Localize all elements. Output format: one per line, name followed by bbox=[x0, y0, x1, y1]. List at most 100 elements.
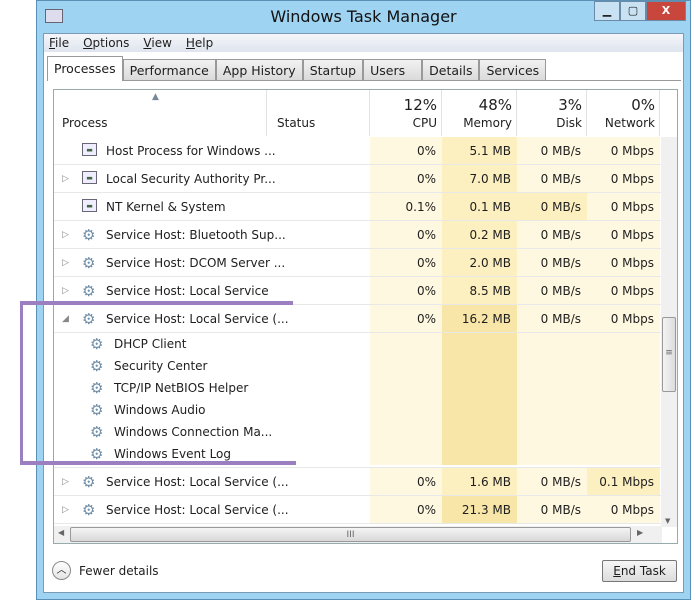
net-value: 0 Mbps bbox=[587, 496, 660, 523]
process-name-cell: ▷ ⚙ Service Host: DCOM Server ... bbox=[54, 249, 285, 276]
horizontal-scrollbar[interactable]: ◀ III ▶ bbox=[54, 526, 662, 543]
tab-app-history[interactable]: App History bbox=[215, 59, 303, 80]
tab-processes[interactable]: Processes bbox=[47, 56, 123, 81]
table-row[interactable]: ▷ ▬ Local Security Authority Pr... 0% 7.0 MB… bbox=[54, 165, 662, 193]
gear-icon: ⚙ bbox=[82, 310, 96, 328]
expand-icon[interactable]: ▷ bbox=[62, 477, 69, 487]
cpu-value: 0% bbox=[370, 249, 442, 276]
disk-value: 0 MB/s bbox=[517, 496, 587, 523]
menu-view[interactable]: View bbox=[143, 34, 171, 52]
service-row[interactable]: ⚙ TCP/IP NetBIOS Helper bbox=[54, 377, 662, 399]
menu-help[interactable]: Help bbox=[186, 34, 213, 52]
end-task-button[interactable]: End Task bbox=[602, 560, 677, 582]
table-row[interactable]: ▷ ⚙ Service Host: Bluetooth Sup... 0% 0.2 MB… bbox=[54, 221, 662, 249]
mem-value: 7.0 MB bbox=[442, 165, 517, 192]
horizontal-scroll-thumb[interactable]: III bbox=[70, 527, 631, 542]
column-status[interactable]: Status bbox=[267, 90, 370, 136]
scroll-left-icon[interactable]: ◀ bbox=[58, 528, 64, 537]
table-row[interactable]: ▷ ⚙ Service Host: Local Service (... 0% 21.3… bbox=[54, 496, 662, 524]
cpu-value: 0.1% bbox=[370, 193, 442, 220]
column-memory[interactable]: 48% Memory bbox=[442, 90, 517, 136]
vertical-scroll-thumb[interactable]: ≡ bbox=[662, 317, 676, 392]
mem-value: 1.6 MB bbox=[442, 468, 517, 495]
expand-icon[interactable]: ▷ bbox=[62, 174, 69, 184]
disk-empty bbox=[517, 421, 587, 443]
tab-users[interactable]: Users bbox=[363, 59, 423, 80]
table-row[interactable]: ▷ ⚙ Service Host: Local Service (... 0% 1.6 … bbox=[54, 468, 662, 496]
process-name: Local Security Authority Pr... bbox=[106, 172, 276, 186]
mem-value: 5.1 MB bbox=[442, 137, 517, 164]
mem-value: 16.2 MB bbox=[442, 305, 517, 332]
expand-icon[interactable]: ▷ bbox=[62, 286, 69, 296]
tab-startup[interactable]: Startup bbox=[302, 59, 364, 80]
menu-file[interactable]: File bbox=[49, 34, 69, 52]
net-value: 0 Mbps bbox=[587, 249, 660, 276]
gear-icon: ⚙ bbox=[90, 357, 104, 375]
process-name-cell: ▬ NT Kernel & System bbox=[54, 193, 266, 220]
menu-bar: File Options View Help bbox=[44, 34, 683, 52]
process-name: Service Host: Local Service (... bbox=[106, 475, 289, 489]
cpu-value: 0% bbox=[370, 165, 442, 192]
minimize-button[interactable]: ▁ bbox=[594, 1, 620, 21]
expand-icon[interactable]: ▷ bbox=[62, 505, 69, 515]
mem-empty bbox=[442, 399, 517, 421]
column-status-label: Status bbox=[277, 116, 316, 130]
tab-details[interactable]: Details bbox=[422, 59, 480, 80]
cpu-value: 0% bbox=[370, 277, 442, 304]
vertical-scrollbar[interactable]: ≡ ▼ bbox=[661, 137, 677, 527]
collapse-icon[interactable]: ◢ bbox=[62, 314, 69, 324]
net-empty bbox=[587, 333, 660, 355]
table-row[interactable]: ◢ ⚙ Service Host: Local Service (... 0% 16.2… bbox=[54, 305, 662, 333]
disk-value: 0 MB/s bbox=[517, 137, 587, 164]
table-row[interactable]: ▷ ⚙ Service Host: DCOM Server ... 0% 2.0 MB 0… bbox=[54, 249, 662, 277]
memory-total: 48% bbox=[478, 96, 512, 114]
window-app-icon: ▬ bbox=[82, 199, 97, 212]
close-button[interactable]: X bbox=[646, 1, 686, 21]
maximize-button[interactable]: ▢ bbox=[620, 1, 646, 21]
service-name-cell: ⚙ Windows Audio bbox=[54, 399, 266, 421]
cpu-total: 12% bbox=[403, 96, 437, 114]
net-empty bbox=[587, 443, 660, 465]
service-name-cell: ⚙ Windows Connection Ma... bbox=[54, 421, 272, 443]
network-total: 0% bbox=[631, 96, 655, 114]
fewer-details-label: Fewer details bbox=[79, 563, 159, 578]
process-name-cell: ▬ Host Process for Windows ... bbox=[54, 137, 276, 164]
net-value: 0 Mbps bbox=[587, 193, 660, 220]
table-header: ▲ Process Status 12% CPU 48% Memory 3% D… bbox=[54, 90, 662, 137]
task-manager-window: Windows Task Manager ▁ ▢ X File Options … bbox=[36, 0, 691, 600]
disk-value: 0 MB/s bbox=[517, 277, 587, 304]
process-name: Host Process for Windows ... bbox=[106, 144, 276, 158]
service-row[interactable]: ⚙ Windows Audio bbox=[54, 399, 662, 421]
service-row[interactable]: ⚙ Security Center bbox=[54, 355, 662, 377]
cpu-empty bbox=[370, 377, 442, 399]
scroll-right-icon[interactable]: ▶ bbox=[637, 528, 643, 537]
net-value: 0 Mbps bbox=[587, 305, 660, 332]
service-name-cell: ⚙ Security Center bbox=[54, 355, 266, 377]
chevron-up-icon: ︿ bbox=[52, 561, 71, 580]
table-row[interactable]: ▬ Host Process for Windows ... 0% 5.1 MB 0 M… bbox=[54, 137, 662, 165]
column-disk[interactable]: 3% Disk bbox=[517, 90, 587, 136]
annotation-top-line bbox=[20, 301, 293, 305]
column-memory-label: Memory bbox=[463, 116, 512, 130]
tab-performance[interactable]: Performance bbox=[122, 59, 216, 80]
fewer-details-button[interactable]: ︿ Fewer details bbox=[52, 561, 159, 580]
disk-empty bbox=[517, 443, 587, 465]
menu-options[interactable]: Options bbox=[83, 34, 129, 52]
cpu-value: 0% bbox=[370, 221, 442, 248]
scroll-down-icon[interactable]: ▼ bbox=[665, 517, 670, 525]
gear-icon: ⚙ bbox=[82, 473, 96, 491]
column-network[interactable]: 0% Network bbox=[587, 90, 660, 136]
service-name: DHCP Client bbox=[114, 337, 187, 351]
disk-value: 0 MB/s bbox=[517, 249, 587, 276]
expand-icon[interactable]: ▷ bbox=[62, 230, 69, 240]
expand-icon[interactable]: ▷ bbox=[62, 258, 69, 268]
column-process[interactable]: ▲ Process bbox=[54, 90, 267, 136]
service-row[interactable]: ⚙ Windows Connection Ma... bbox=[54, 421, 662, 443]
gear-icon: ⚙ bbox=[90, 445, 104, 463]
tab-services[interactable]: Services bbox=[479, 59, 547, 80]
process-name-cell: ▷ ▬ Local Security Authority Pr... bbox=[54, 165, 276, 192]
column-cpu[interactable]: 12% CPU bbox=[370, 90, 442, 136]
service-row[interactable]: ⚙ DHCP Client bbox=[54, 333, 662, 355]
table-row[interactable]: ▬ NT Kernel & System 0.1% 0.1 MB 0 MB/s 0 Mbp… bbox=[54, 193, 662, 221]
net-empty bbox=[587, 421, 660, 443]
